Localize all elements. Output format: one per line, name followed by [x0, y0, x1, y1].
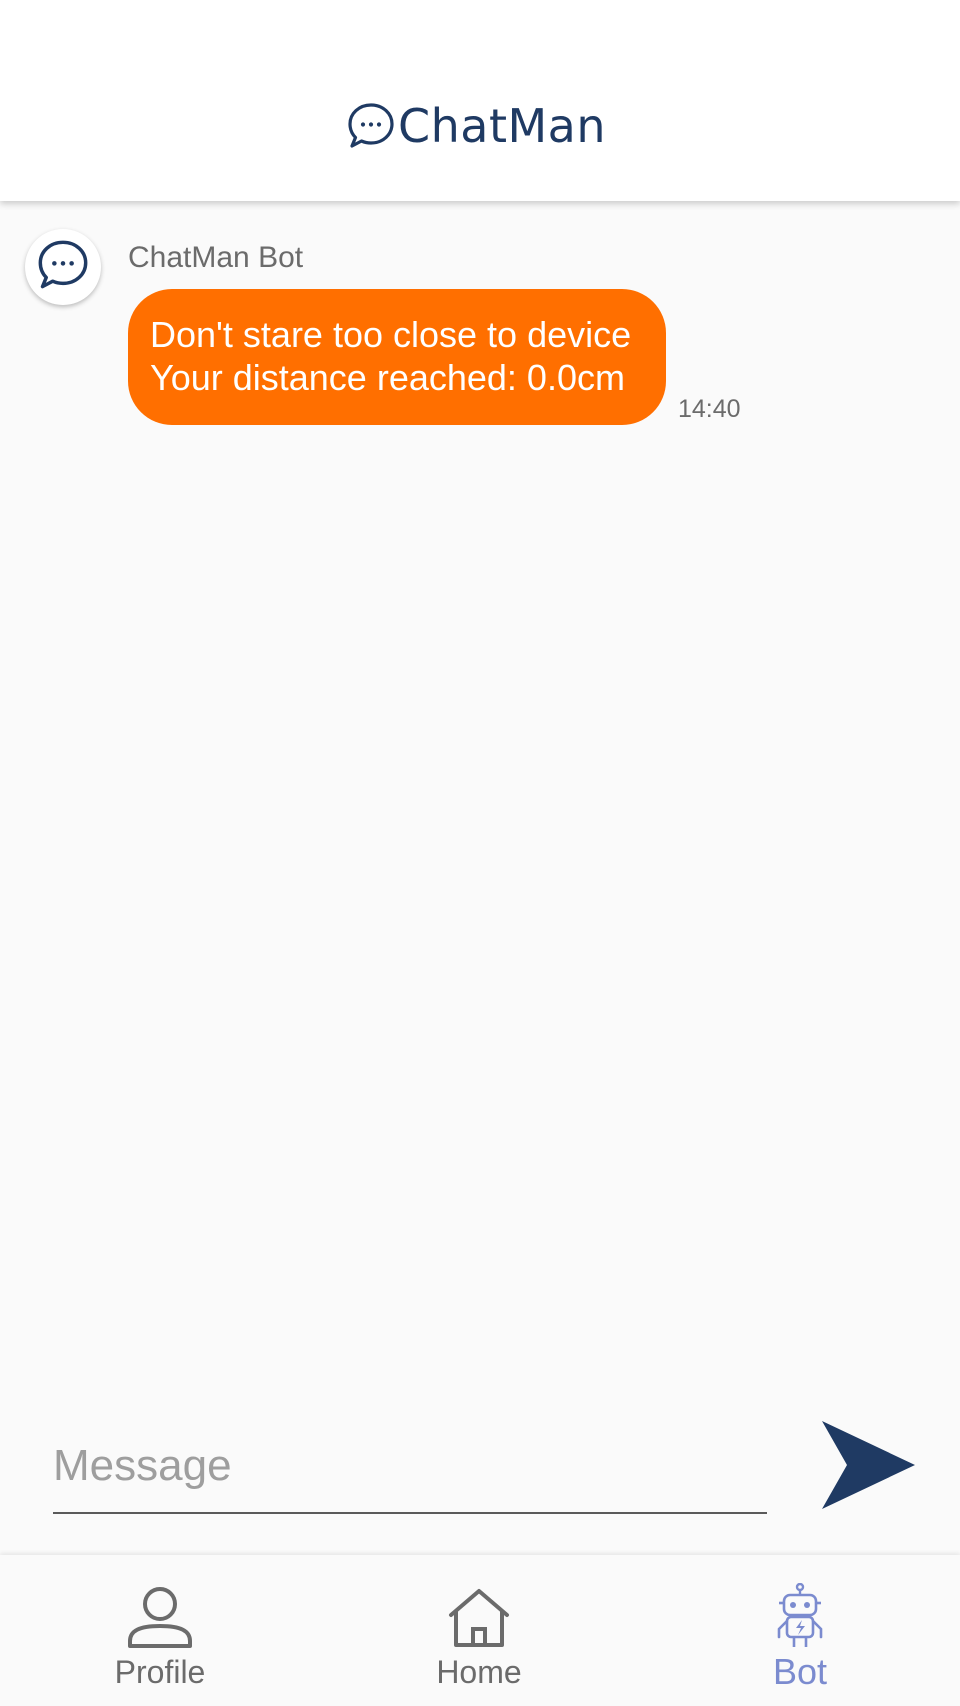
nav-item-bot[interactable]: Bot [640, 1555, 960, 1706]
app-logo: ChatMan [346, 96, 606, 156]
robot-icon [772, 1581, 828, 1649]
app-header: ChatMan [0, 0, 960, 201]
nav-label-bot: Bot [772, 1651, 828, 1692]
bottom-navigation: Profile Home Bot [0, 1555, 960, 1706]
send-arrow-icon [819, 1419, 917, 1516]
bot-avatar [25, 229, 101, 305]
message-bubble: Don't stare too close to device Your dis… [128, 289, 666, 425]
home-icon [447, 1581, 511, 1649]
nav-label-profile: Profile [114, 1654, 206, 1690]
app-title: ChatMan [398, 99, 607, 153]
message-text-line: Don't stare too close to device [150, 314, 632, 355]
app-root: ChatMan ChatMan Bot Don't stare too clos… [0, 0, 960, 1706]
nav-item-profile[interactable]: Profile [0, 1555, 320, 1706]
message-sender-name: ChatMan Bot [128, 241, 304, 274]
message-text-line: Your distance reached: 0.0cm [150, 357, 625, 398]
send-button[interactable] [818, 1420, 918, 1514]
nav-item-home[interactable]: Home [319, 1555, 639, 1706]
person-icon [125, 1581, 195, 1649]
message-input[interactable] [53, 1420, 767, 1514]
chat-bubble-icon [36, 238, 90, 297]
nav-label-home: Home [436, 1654, 522, 1690]
chat-bubble-icon [346, 101, 396, 151]
message-timestamp: 14:40 [678, 395, 741, 423]
